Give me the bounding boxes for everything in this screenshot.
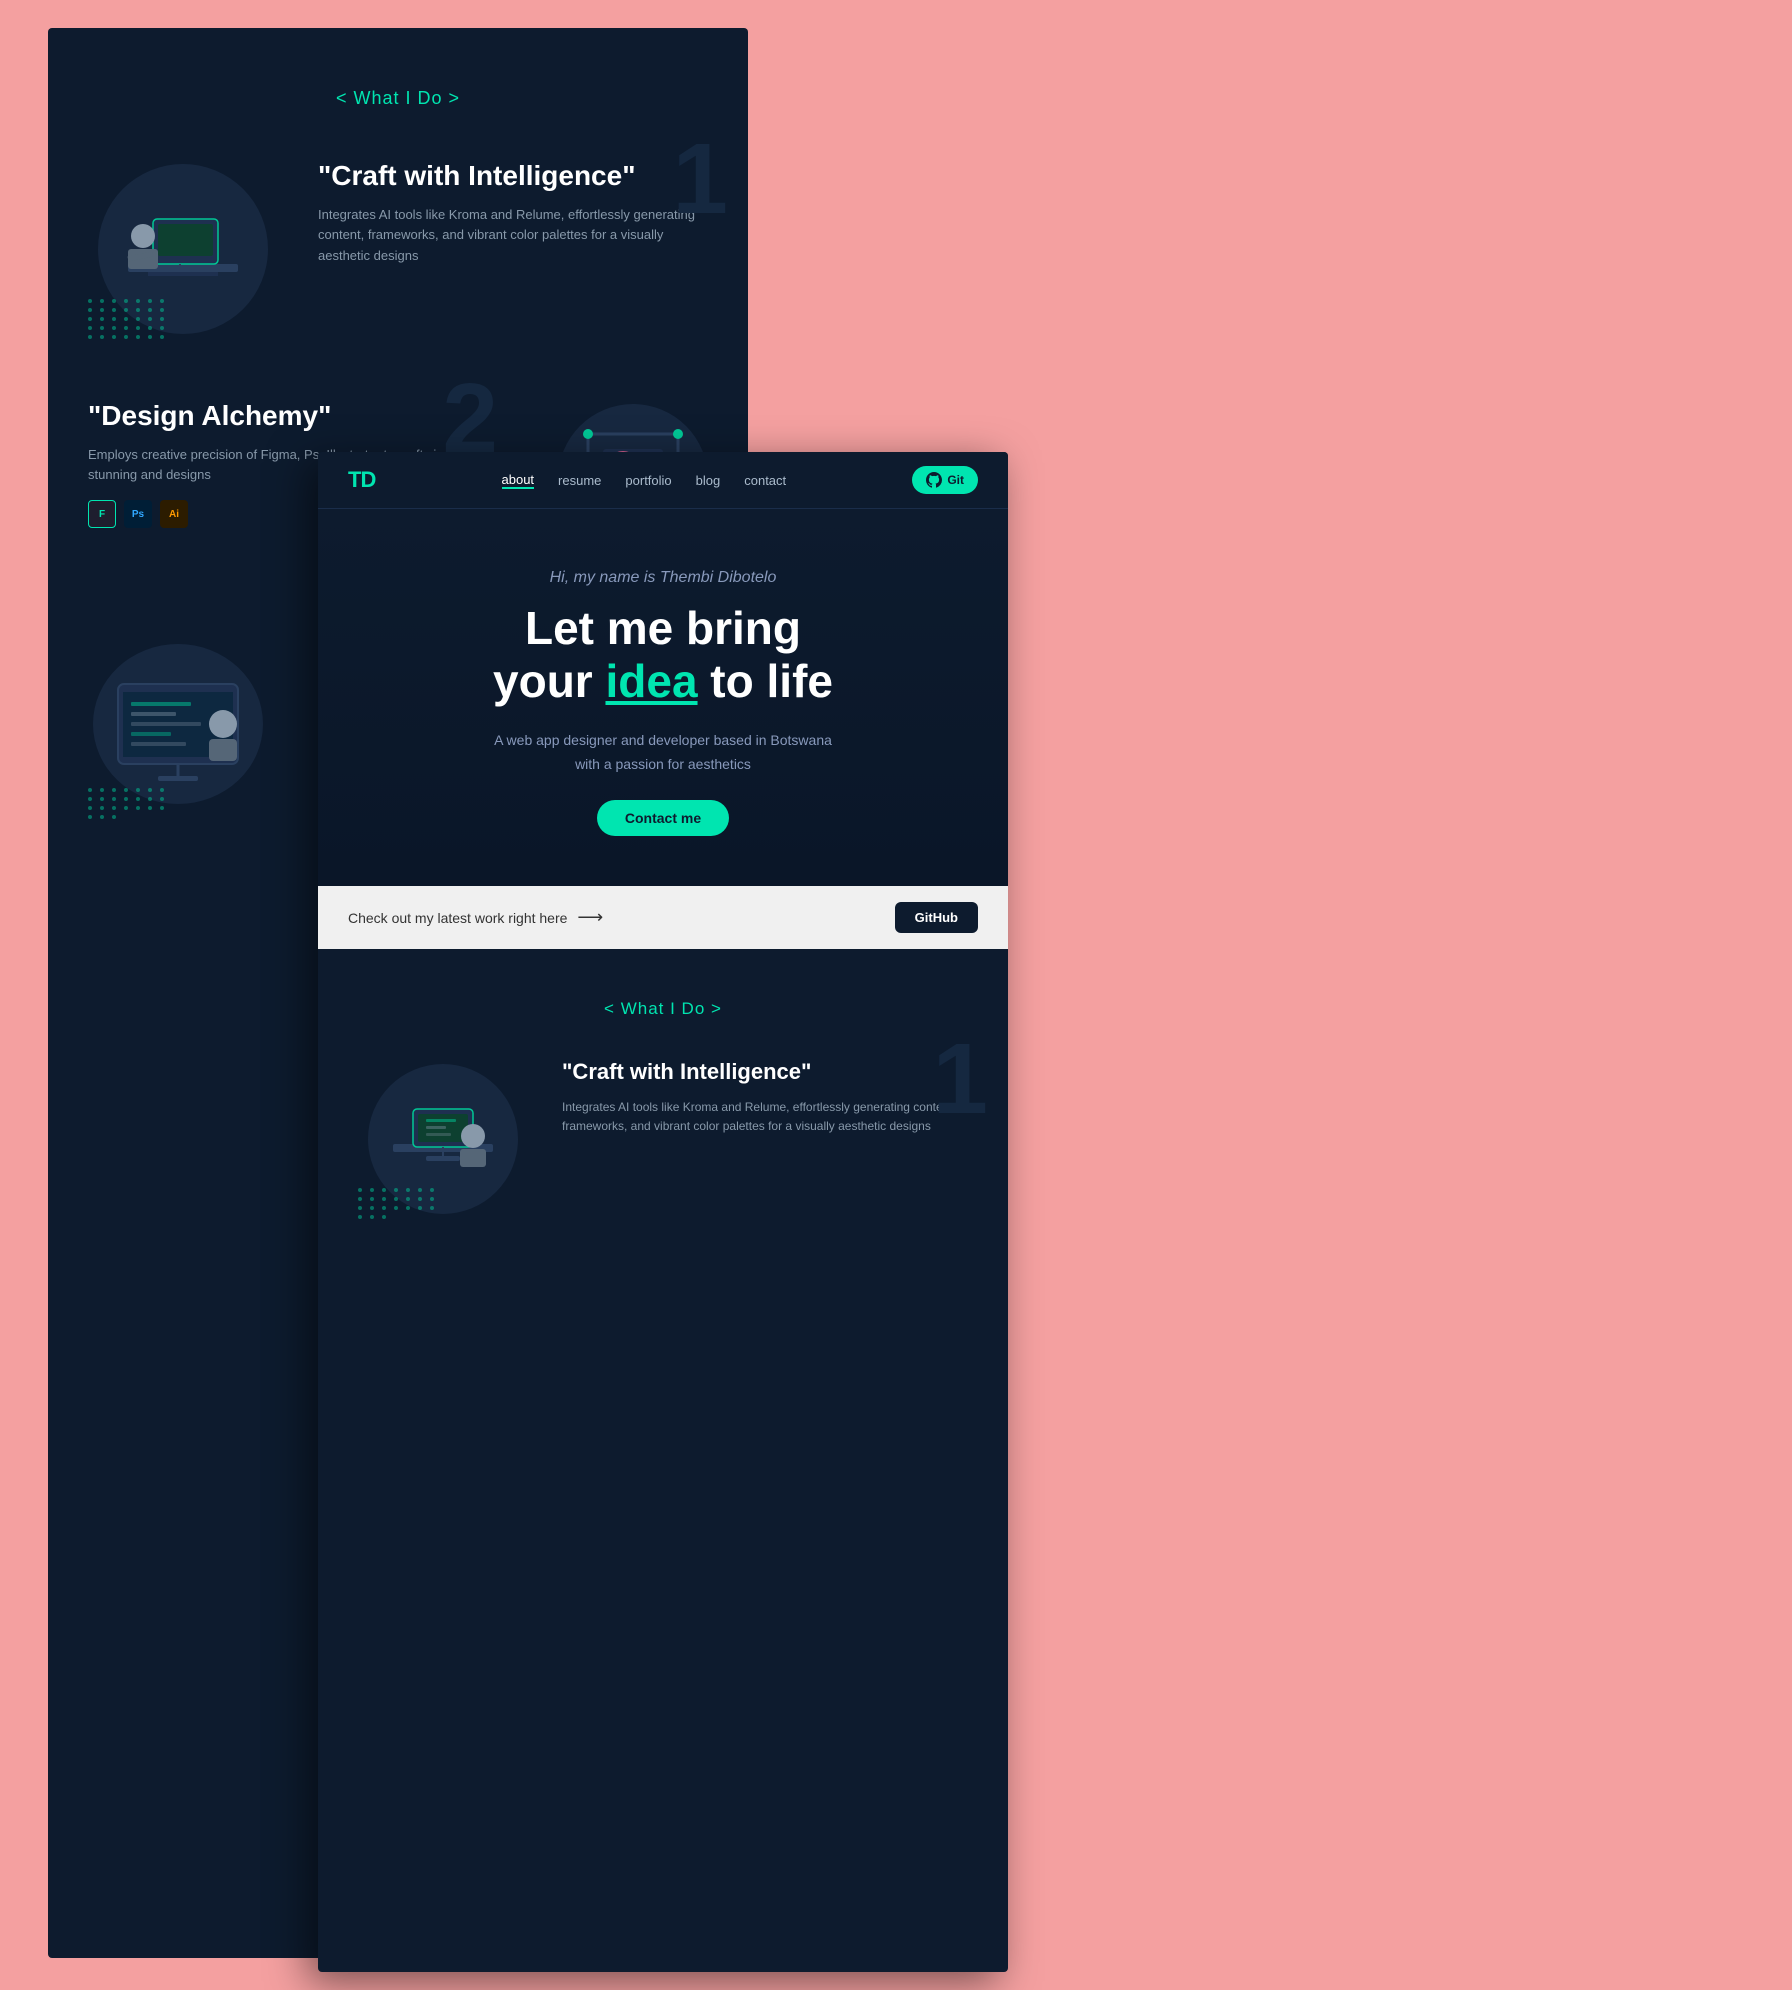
hero-section: Hi, my name is Thembi Dibotelo Let me br… (318, 509, 1008, 886)
nav-logo: TD (348, 467, 375, 493)
hero-your: your (493, 655, 605, 707)
figma-icon: F (88, 500, 116, 528)
fg-service-card-1: 1 "Craft with Intelligence" Integrates A… (358, 1059, 968, 1219)
service-card-1: 1 "Craft with Intelligence" Integrates A… (88, 159, 708, 339)
maintenance-svg (93, 644, 263, 804)
nav-blog[interactable]: blog (696, 473, 721, 488)
bg-what-i-do-header: < What I Do > (88, 88, 708, 109)
hero-to-life: to life (698, 655, 833, 707)
hero-idea: idea (605, 655, 697, 707)
nav-resume[interactable]: resume (558, 473, 601, 488)
fg-what-i-do-section: < What I Do > (318, 949, 1008, 1259)
banner-strip: Check out my latest work right here ⟶ Gi… (318, 886, 1008, 949)
fg-service-1-title: "Craft with Intelligence" (562, 1059, 968, 1085)
fg-what-i-do-header: < What I Do > (358, 999, 968, 1019)
git-button[interactable]: Git (912, 466, 978, 494)
nav-portfolio[interactable]: portfolio (625, 473, 671, 488)
fg-service-1-text: 1 "Craft with Intelligence" Integrates A… (562, 1059, 968, 1150)
navbar: TD about resume portfolio blog contact G… (318, 452, 1008, 509)
banner-text: Check out my latest work right here ⟶ (348, 907, 603, 928)
service-3-dots (88, 788, 167, 819)
hero-title-line1: Let me bring (358, 603, 968, 654)
hero-subtitle: Hi, my name is Thembi Dibotelo (358, 569, 968, 587)
photoshop-icon: Ps (124, 500, 152, 528)
service-2-title: "Design Alchemy" (88, 399, 478, 433)
nav-about[interactable]: about (502, 472, 535, 489)
service-1-title: "Craft with Intelligence" (318, 159, 708, 193)
foreground-page: TD about resume portfolio blog contact G… (318, 452, 1008, 1972)
git-label: Git (947, 473, 964, 487)
illustrator-icon: Ai (160, 500, 188, 528)
banner-arrow-icon: ⟶ (577, 907, 603, 928)
fg-service-1-illustration (358, 1059, 538, 1219)
service-1-illustration (88, 159, 288, 339)
github-button[interactable]: GitHub (895, 902, 978, 933)
hero-title-line2: your idea to life (358, 654, 968, 709)
service-1-dots (88, 299, 167, 339)
service-1-text: 1 "Craft with Intelligence" Integrates A… (318, 159, 708, 281)
service-3-illustration (88, 639, 288, 819)
contact-button[interactable]: Contact me (597, 800, 729, 836)
fg-service-1-desc: Integrates AI tools like Kroma and Relum… (562, 1098, 968, 1136)
banner-label: Check out my latest work right here (348, 910, 567, 926)
fg-service-1-dots (358, 1188, 437, 1219)
hero-description: A web app designer and developer based i… (358, 729, 968, 777)
github-icon (926, 472, 942, 488)
service-1-desc: Integrates AI tools like Kroma and Relum… (318, 205, 708, 267)
nav-contact[interactable]: contact (744, 473, 786, 488)
nav-links: about resume portfolio blog contact (502, 472, 787, 489)
